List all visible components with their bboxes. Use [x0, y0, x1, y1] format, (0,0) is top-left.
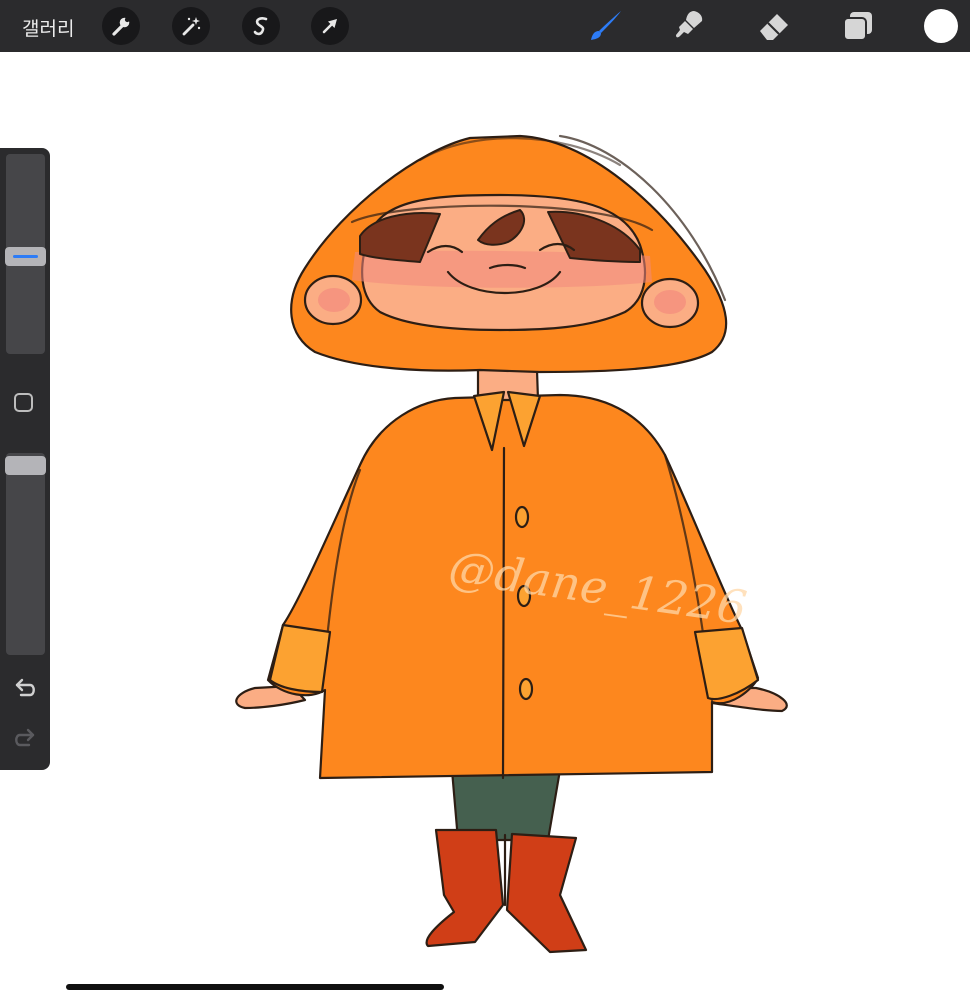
eraser-icon [760, 14, 788, 40]
layers-icon [843, 12, 872, 41]
layers-tool[interactable] [838, 6, 878, 46]
transform-arrow-icon [322, 19, 337, 34]
home-indicator [66, 984, 444, 990]
transform-button[interactable] [311, 7, 349, 45]
left-boot [425, 828, 505, 948]
redo-icon[interactable] [12, 726, 38, 750]
magic-wand-icon [182, 17, 201, 36]
wrench-icon [112, 17, 130, 36]
right-boot [505, 832, 588, 954]
brush-size-slider[interactable] [5, 154, 46, 354]
selection-icon [253, 17, 268, 36]
eraser-tool[interactable] [754, 6, 794, 46]
coat-button [518, 677, 534, 701]
smudge-icon [676, 11, 703, 38]
undo-icon[interactable] [12, 676, 38, 700]
brush-tool[interactable] [586, 6, 626, 46]
adjustments-button[interactable] [172, 7, 210, 45]
color-picker-button[interactable] [924, 9, 958, 43]
modify-button[interactable] [14, 393, 33, 412]
left-cuff [268, 623, 332, 694]
brush-size-thumb[interactable] [5, 247, 46, 266]
coat-button [514, 505, 530, 529]
top-toolbar: 갤러리 [0, 0, 970, 52]
drawing-canvas[interactable]: @dane_1226 [0, 52, 970, 1000]
opacity-slider[interactable] [5, 453, 46, 655]
left-sidebar [0, 148, 50, 770]
character-illustration: @dane_1226 [235, 134, 788, 954]
actions-button[interactable] [102, 7, 140, 45]
opacity-thumb[interactable] [5, 456, 46, 475]
smudge-tool[interactable] [668, 6, 708, 46]
selection-button[interactable] [242, 7, 280, 45]
gallery-button[interactable]: 갤러리 [22, 14, 74, 41]
brush-icon [591, 11, 621, 40]
